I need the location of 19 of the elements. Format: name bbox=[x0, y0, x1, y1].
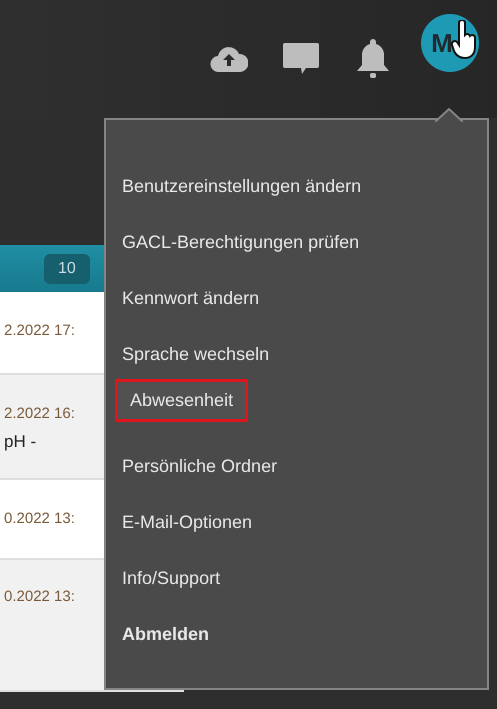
count-badge: 10 bbox=[44, 254, 90, 284]
menu-item[interactable]: Info/Support bbox=[122, 564, 220, 593]
menu-item[interactable]: Persönliche Ordner bbox=[122, 452, 278, 481]
menu-item[interactable]: Kennwort ändern bbox=[122, 284, 260, 313]
table-cell-text: pH - bbox=[4, 432, 38, 452]
chat-icon[interactable] bbox=[282, 42, 320, 76]
menu-item[interactable]: Abwesenheit bbox=[118, 382, 246, 419]
date-cell-text: 2.2022 17: bbox=[4, 322, 76, 339]
user-avatar[interactable]: M bbox=[421, 14, 479, 72]
menu-item[interactable]: GACL-Berechtigungen prüfen bbox=[122, 228, 360, 257]
menu-item[interactable]: Sprache wechseln bbox=[122, 340, 270, 369]
menu-item[interactable]: Benutzereinstellungen ändern bbox=[122, 172, 362, 201]
hand-cursor-icon bbox=[451, 20, 479, 60]
cloud-upload-icon[interactable] bbox=[210, 45, 248, 73]
date-cell-text: 2.2022 16: bbox=[4, 405, 76, 422]
bell-icon[interactable] bbox=[355, 37, 391, 81]
menu-item[interactable]: Abmelden bbox=[122, 620, 210, 649]
date-cell-text: 0.2022 13: bbox=[4, 588, 76, 605]
menu-item[interactable]: E-Mail-Optionen bbox=[122, 508, 252, 537]
